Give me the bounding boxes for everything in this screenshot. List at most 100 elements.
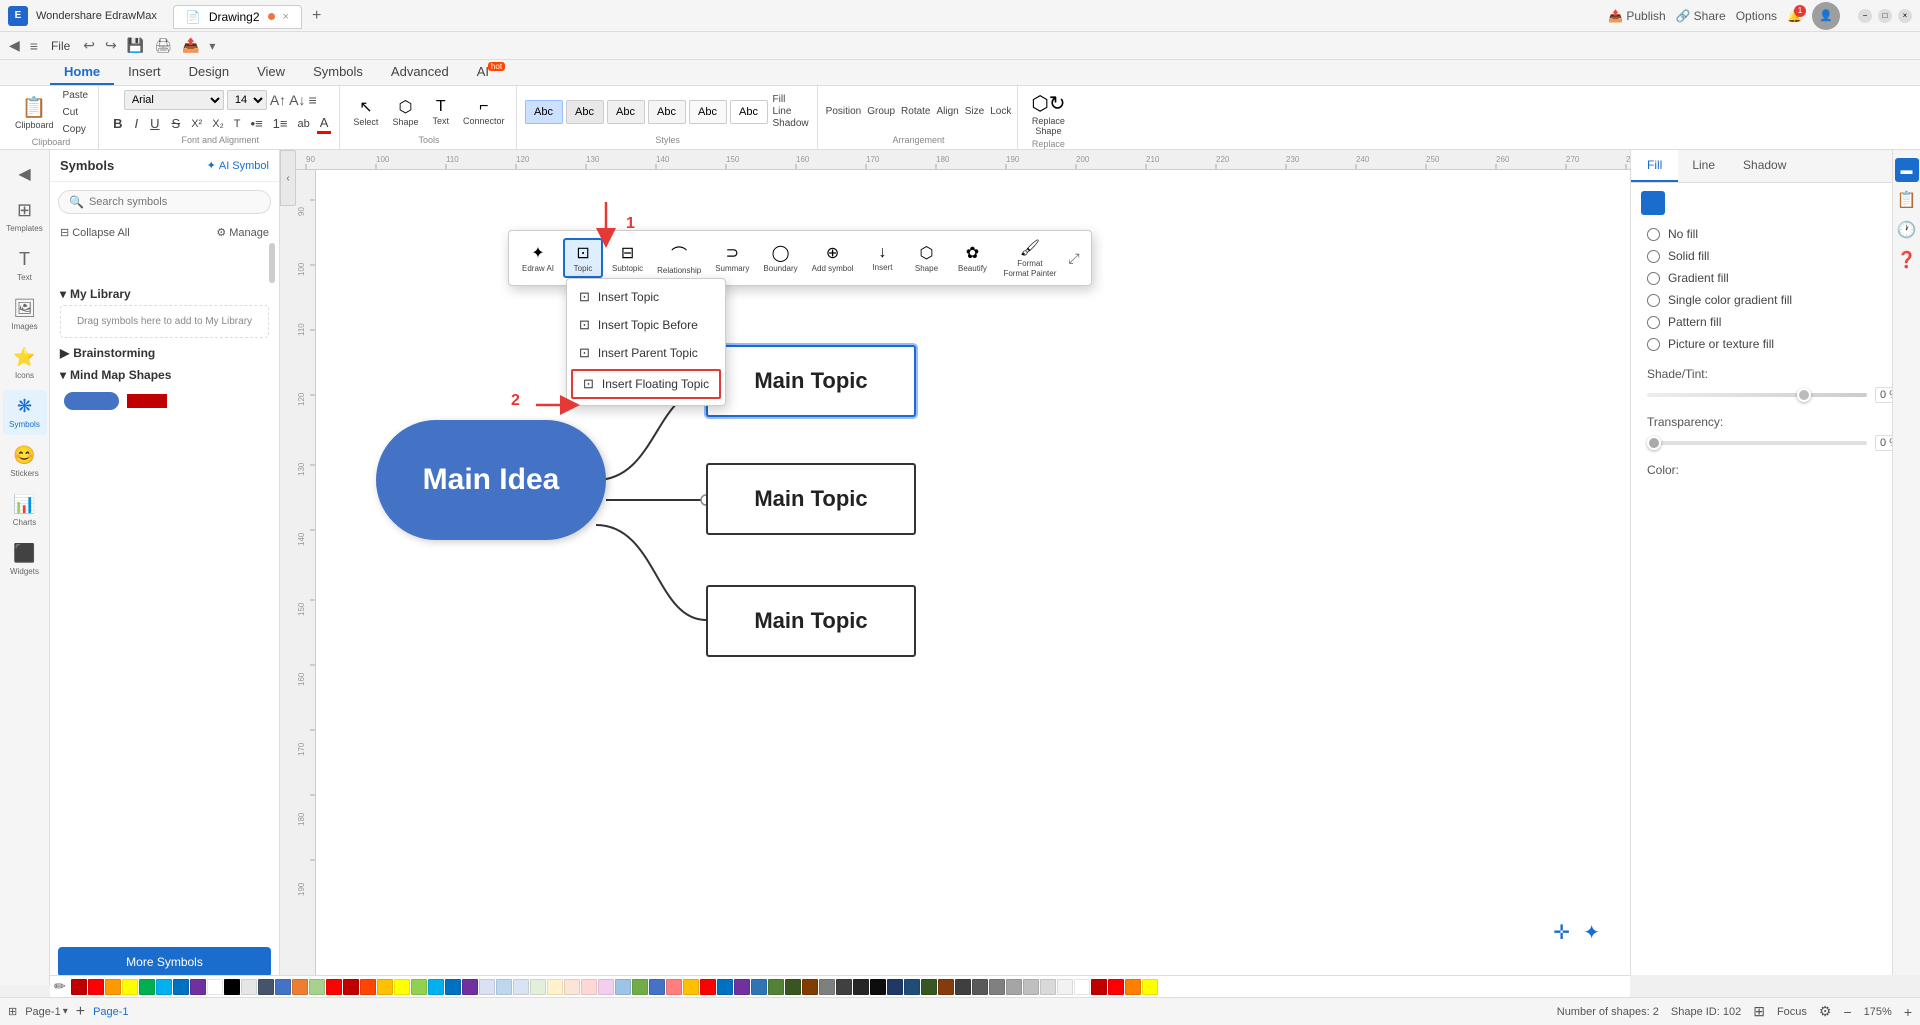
export-icon[interactable]: 📤 [179, 34, 202, 57]
strikethrough-btn[interactable]: S [168, 115, 185, 132]
more-quick-access-icon[interactable]: ▾ [206, 36, 218, 56]
italic-btn[interactable]: I [131, 115, 143, 132]
print-icon[interactable]: 🖨 [151, 34, 175, 57]
style-1[interactable]: Abc [525, 100, 563, 124]
palette-color-swatch[interactable] [734, 979, 750, 995]
palette-color-swatch[interactable] [802, 979, 818, 995]
zoom-out-btn[interactable]: − [1843, 1004, 1851, 1020]
solid-fill-option[interactable]: Solid fill [1647, 249, 1904, 263]
palette-color-swatch[interactable] [1125, 979, 1141, 995]
palette-color-swatch[interactable] [360, 979, 376, 995]
palette-color-swatch[interactable] [462, 979, 478, 995]
undo-icon[interactable]: ↩ [80, 34, 98, 57]
font-size-select[interactable]: 14 [227, 90, 267, 110]
styles-more-btn[interactable]: Fill Line Shadow [771, 92, 811, 131]
sidebar-item-icons[interactable]: ⭐ Icons [3, 341, 47, 386]
text-case-btn[interactable]: ab [295, 117, 313, 131]
rotate-btn[interactable]: Rotate [901, 106, 930, 117]
publish-button[interactable]: 📤 Publish [1608, 9, 1665, 23]
insert-topic-before-item[interactable]: ⊡ Insert Topic Before [567, 311, 725, 339]
palette-color-swatch[interactable] [666, 979, 682, 995]
sidebar-item-templates[interactable]: ⊞ Templates [3, 194, 47, 239]
palette-color-swatch[interactable] [326, 979, 342, 995]
palette-color-swatch[interactable] [122, 979, 138, 995]
palette-color-swatch[interactable] [530, 979, 546, 995]
collapse-sidebar-icon[interactable]: ≡ [27, 35, 41, 57]
paste-btn[interactable]: Paste [61, 88, 91, 103]
collapse-panel-btn[interactable]: ‹ [280, 150, 296, 206]
page-dropdown-icon[interactable]: ▾ [63, 1006, 68, 1017]
palette-color-swatch[interactable] [1040, 979, 1056, 995]
palette-color-swatch[interactable] [241, 979, 257, 995]
tab-design[interactable]: Design [175, 60, 243, 85]
text-btn[interactable]: T Text [427, 95, 454, 129]
new-tab-btn[interactable]: + [304, 3, 329, 29]
notifications-icon[interactable]: 🔔 1 [1787, 9, 1802, 23]
palette-color-swatch[interactable] [972, 979, 988, 995]
palette-color-swatch[interactable] [819, 979, 835, 995]
more-symbols-btn[interactable]: More Symbols [58, 947, 271, 977]
plus-floating-btn[interactable]: ✛ [1553, 920, 1570, 945]
file-menu[interactable]: File [45, 36, 76, 56]
topic-node-2[interactable]: Main Topic [706, 463, 916, 535]
insert-btn[interactable]: ↓ Insert [862, 241, 902, 275]
shadow-tab[interactable]: Shadow [1729, 150, 1800, 182]
palette-color-swatch[interactable] [1108, 979, 1124, 995]
connector-btn[interactable]: ⌐ Connector [458, 95, 510, 129]
style-2[interactable]: Abc [566, 100, 604, 124]
palette-color-swatch[interactable] [258, 979, 274, 995]
sidebar-item-symbols[interactable]: ❋ Symbols [3, 390, 47, 435]
tab-drawing2[interactable]: 📄 Drawing2 × [173, 5, 302, 29]
palette-color-swatch[interactable] [496, 979, 512, 995]
decrease-font-icon[interactable]: A↓ [289, 92, 305, 108]
tab-advanced[interactable]: Advanced [377, 60, 463, 85]
palette-color-swatch[interactable] [938, 979, 954, 995]
palette-color-swatch[interactable] [377, 979, 393, 995]
clipboard-btn[interactable]: 📋 Clipboard [12, 92, 57, 133]
superscript-btn[interactable]: X² [188, 117, 205, 131]
align-btn[interactable]: Align [937, 106, 959, 117]
palette-color-swatch[interactable] [598, 979, 614, 995]
tab-close-btn[interactable]: × [283, 11, 289, 23]
shape-btn[interactable]: ⬡ Shape [387, 94, 423, 130]
select-btn[interactable]: ↖ Select [348, 94, 383, 130]
single-color-gradient-option[interactable]: Single color gradient fill [1647, 293, 1904, 307]
palette-color-swatch[interactable] [751, 979, 767, 995]
picture-texture-radio[interactable] [1647, 338, 1660, 351]
insert-parent-topic-item[interactable]: ⊡ Insert Parent Topic [567, 339, 725, 367]
palette-color-swatch[interactable] [904, 979, 920, 995]
align-icon[interactable]: ≡ [309, 92, 317, 108]
redo-icon[interactable]: ↪ [102, 34, 120, 57]
underline-btn[interactable]: U [146, 115, 163, 132]
no-fill-option[interactable]: No fill [1647, 227, 1904, 241]
cut-btn[interactable]: Cut [61, 105, 91, 120]
palette-color-swatch[interactable] [955, 979, 971, 995]
my-library-header[interactable]: ▾ My Library [60, 287, 269, 301]
canvas[interactable]: Main Idea Main Topic Main Topic Main Top… [316, 170, 1630, 975]
palette-color-swatch[interactable] [513, 979, 529, 995]
palette-color-swatch[interactable] [615, 979, 631, 995]
save-icon[interactable]: 💾 [124, 34, 147, 57]
options-button[interactable]: Options [1736, 9, 1777, 23]
shape-sample-1[interactable] [64, 392, 119, 410]
number-list-btn[interactable]: 1≡ [270, 115, 291, 132]
close-button[interactable]: × [1898, 9, 1912, 23]
nav-back-icon[interactable]: ◀ [6, 34, 23, 57]
style-3[interactable]: Abc [607, 100, 645, 124]
manage-btn[interactable]: ⚙ Manage [216, 226, 269, 239]
replace-shape-btn[interactable]: ⬡↻ Replace Shape [1026, 88, 1070, 139]
palette-color-swatch[interactable] [768, 979, 784, 995]
shade-slider-track[interactable] [1647, 393, 1867, 397]
palette-color-swatch[interactable] [785, 979, 801, 995]
position-btn[interactable]: Position [826, 106, 862, 117]
palette-color-swatch[interactable] [870, 979, 886, 995]
palette-color-swatch[interactable] [309, 979, 325, 995]
palette-color-swatch[interactable] [479, 979, 495, 995]
format-painter-btn[interactable]: 🖌 Format Format Painter [998, 235, 1061, 281]
style-panel-icon[interactable]: 📋 [1895, 188, 1919, 212]
palette-color-swatch[interactable] [224, 979, 240, 995]
sidebar-item-charts[interactable]: 📊 Charts [3, 488, 47, 533]
add-page-btn[interactable]: + [76, 1003, 85, 1021]
fit-page-icon[interactable]: ⊞ [1753, 1003, 1765, 1020]
main-idea-node[interactable]: Main Idea [376, 420, 606, 540]
